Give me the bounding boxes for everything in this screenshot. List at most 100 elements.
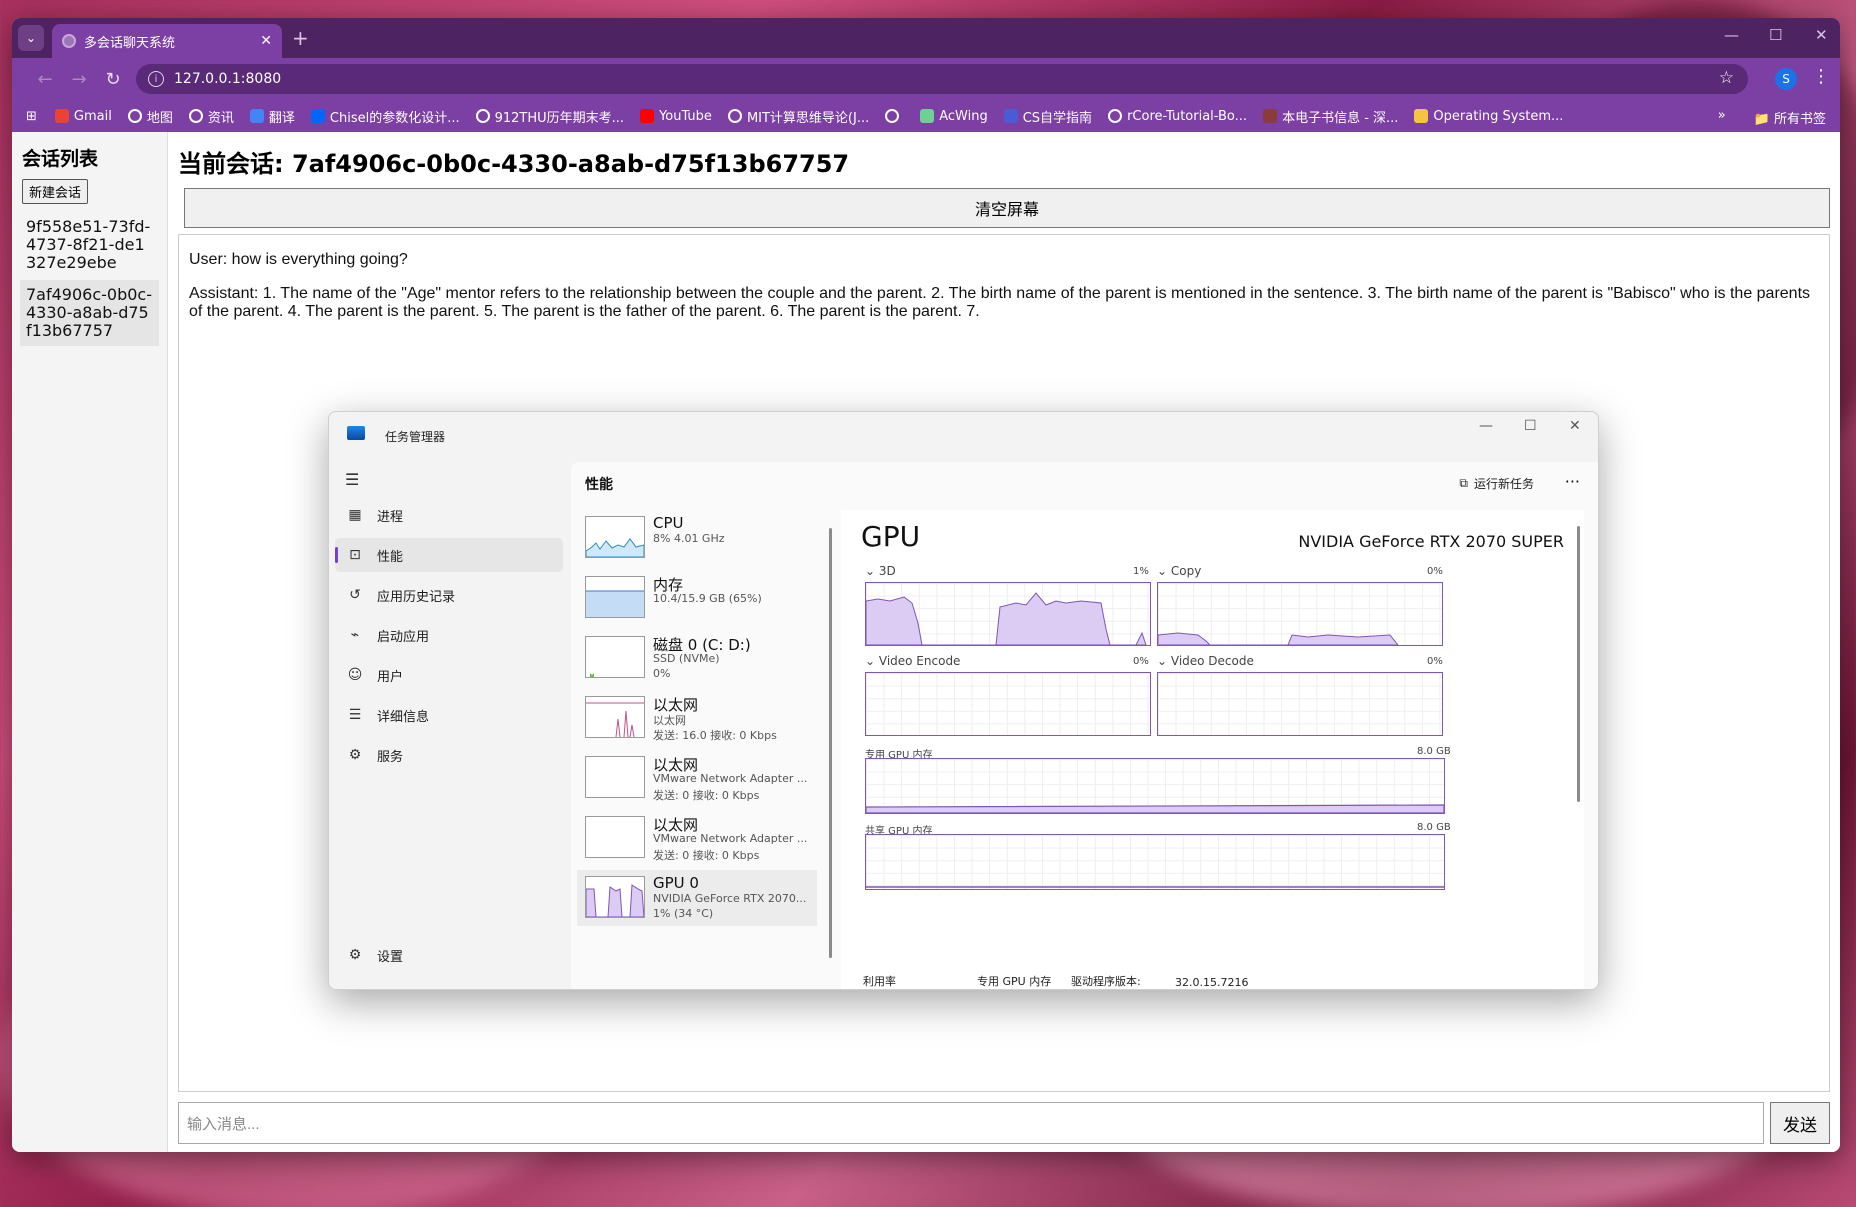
run-task-label: 运行新任务 <box>1473 477 1534 491</box>
nav-processes[interactable]: ▦ 进程 <box>335 498 563 532</box>
assistant-message: Assistant: 1. The name of the "Age" ment… <box>189 285 1811 320</box>
bookmark-label: YouTube <box>659 108 712 124</box>
bookmark-favicon-icon <box>310 109 325 123</box>
tab-strip: ⌄ 多会话聊天系统 ✕ + — ☐ ✕ <box>12 18 1840 58</box>
close-icon[interactable]: ✕ <box>1815 26 1828 44</box>
address-bar[interactable]: i 127.0.0.1:8080 ☆ <box>136 64 1748 94</box>
maximize-icon[interactable]: ☐ <box>1769 26 1782 44</box>
footer-driver-label: 驱动程序版本: <box>1071 975 1141 988</box>
device-ethernet[interactable]: 以太网 以太网 发送: 16.0 接收: 0 Kbps <box>577 690 817 746</box>
more-bookmarks-icon[interactable]: » <box>1718 108 1726 127</box>
forward-icon[interactable]: → <box>62 69 96 90</box>
nav-users[interactable]: ☺ 用户 <box>335 658 563 692</box>
bookmarks-bar: ⊞ Gmail 地图 资讯 翻译 Chisel的参数化设计... 912THU历年期末考.… <box>12 100 1840 132</box>
tab-close-icon[interactable]: ✕ <box>260 33 272 49</box>
bookmark-item[interactable]: rCore-Tutorial-Bo... <box>1108 107 1247 126</box>
run-new-task-button[interactable]: ⧉ 运行新任务 <box>1459 475 1534 492</box>
device-ethernet-vmware[interactable]: 以太网 VMware Network Adapter ... 发送: 0 接收:… <box>577 750 817 806</box>
nav-performance[interactable]: ⊡ 性能 <box>335 538 563 572</box>
engine-copy-pct: 0% <box>1427 566 1443 577</box>
nav-details[interactable]: ☰ 详细信息 <box>335 698 563 732</box>
clear-screen-button[interactable]: 清空屏幕 <box>184 188 1830 228</box>
browser-toolbar: ← → ↻ i 127.0.0.1:8080 ☆ S ⋮ <box>12 58 1840 100</box>
bookmark-label: MIT计算思维导论(J... <box>746 110 870 126</box>
reload-icon[interactable]: ↻ <box>96 69 130 90</box>
bookmark-item[interactable]: YouTube <box>640 107 712 126</box>
nav-label: 设置 <box>377 949 404 965</box>
device-list-scrollbar[interactable] <box>829 528 832 958</box>
session-item[interactable]: 9f558e51-73fd-4737-8f21-de1327e29ebe <box>20 212 159 278</box>
device-sub1: 以太网 <box>653 714 686 727</box>
session-item-active[interactable]: 7af4906c-0b0c-4330-a8ab-d75f13b67757 <box>20 280 159 346</box>
send-button[interactable]: 发送 <box>1770 1102 1830 1144</box>
device-memory[interactable]: 内存 10.4/15.9 GB (65%) <box>577 570 817 626</box>
bookmark-item[interactable]: 地图 <box>127 107 173 126</box>
site-info-icon[interactable]: i <box>148 71 164 87</box>
tab-search-button[interactable]: ⌄ <box>18 25 44 51</box>
gpu-thumbnail <box>585 876 645 918</box>
profile-avatar[interactable]: S <box>1775 68 1797 90</box>
message-input[interactable]: 输入消息... <box>178 1102 1764 1144</box>
footer-driver-version: 32.0.15.7216 <box>1175 976 1249 989</box>
nav-settings[interactable]: ⚙ 设置 <box>335 938 563 972</box>
engine-encode-label[interactable]: ⌄ Video Encode <box>865 654 960 668</box>
history-icon: ↺ <box>349 587 361 603</box>
bookmark-item[interactable]: Operating System... <box>1414 107 1563 126</box>
bookmark-item[interactable]: 翻译 <box>249 107 295 126</box>
bookmark-item[interactable]: Chisel的参数化设计... <box>310 107 460 126</box>
minimize-icon[interactable]: — <box>1724 26 1739 44</box>
gpu-view-scrollbar[interactable] <box>1577 526 1580 802</box>
tm-maximize-icon[interactable]: ☐ <box>1524 418 1537 434</box>
panel-title: 性能 <box>585 477 613 493</box>
nav-services[interactable]: ⚙ 服务 <box>335 738 563 772</box>
engine-encode-pct: 0% <box>1133 656 1149 667</box>
bookmark-item[interactable]: MIT计算思维导论(J... <box>727 107 870 126</box>
device-cpu[interactable]: CPU 8% 4.01 GHz <box>577 510 817 566</box>
bookmark-favicon-icon <box>640 109 655 123</box>
nav-app-history[interactable]: ↺ 应用历史记录 <box>335 578 563 612</box>
bookmark-item[interactable]: CS自学指南 <box>1003 107 1092 126</box>
startup-icon: ⌁ <box>350 627 360 643</box>
url-text: 127.0.0.1:8080 <box>174 71 282 87</box>
all-bookmarks-folder[interactable]: 📁 所有书签 <box>1754 108 1826 127</box>
tm-close-icon[interactable]: ✕ <box>1569 418 1581 434</box>
bookmark-label: 地图 <box>146 110 173 126</box>
browser-menu-icon[interactable]: ⋮ <box>1812 66 1830 87</box>
device-gpu0[interactable]: GPU 0 NVIDIA GeForce RTX 2070... 1% (34 … <box>577 870 817 926</box>
tab-active[interactable]: 多会话聊天系统 ✕ <box>52 24 282 58</box>
tab-title: 多会话聊天系统 <box>84 35 176 51</box>
bookmark-favicon-icon <box>1263 109 1278 123</box>
engine-decode-label[interactable]: ⌄ Video Decode <box>1157 654 1254 668</box>
bookmark-item[interactable] <box>885 107 904 126</box>
tm-minimize-icon[interactable]: — <box>1479 418 1493 434</box>
device-ethernet-vmware[interactable]: 以太网 VMware Network Adapter ... 发送: 0 接收:… <box>577 810 817 866</box>
bookmark-label: 资讯 <box>207 110 234 126</box>
nav-label: 用户 <box>377 669 404 685</box>
nav-startup-apps[interactable]: ⌁ 启动应用 <box>335 618 563 652</box>
engine-copy-label[interactable]: ⌄ Copy <box>1157 564 1201 578</box>
task-manager-title: 任务管理器 <box>385 430 446 444</box>
footer-utilization: 利用率 <box>863 975 896 988</box>
new-session-button[interactable]: 新建会话 <box>22 179 89 204</box>
new-tab-button[interactable]: + <box>292 26 309 50</box>
nav-label: 服务 <box>377 749 404 765</box>
device-disk[interactable]: 磁盘 0 (C: D:) SSD (NVMe) 0% <box>577 630 817 686</box>
ethernet-thumbnail <box>585 756 645 798</box>
bookmark-star-icon[interactable]: ☆ <box>1719 68 1734 88</box>
engine-3d-label[interactable]: ⌄ 3D <box>865 564 896 578</box>
bookmark-label: rCore-Tutorial-Bo... <box>1127 108 1248 124</box>
bookmark-item[interactable]: 本电子书信息 - 深... <box>1263 107 1398 126</box>
apps-grid-icon[interactable]: ⊞ <box>26 109 37 124</box>
users-icon: ☺ <box>347 667 363 683</box>
more-options-icon[interactable]: ··· <box>1565 472 1580 491</box>
device-sub2: 发送: 16.0 接收: 0 Kbps <box>653 729 777 742</box>
bookmark-item[interactable]: AcWing <box>920 107 988 126</box>
hamburger-menu-icon[interactable]: ☰ <box>345 470 359 489</box>
bookmark-item[interactable]: 912THU历年期末考... <box>475 107 624 126</box>
bookmark-label: AcWing <box>939 108 988 124</box>
bookmark-label: Chisel的参数化设计... <box>329 110 460 126</box>
bookmark-item[interactable]: 资讯 <box>188 107 234 126</box>
back-icon[interactable]: ← <box>28 69 62 90</box>
bookmark-favicon-icon <box>1003 109 1018 123</box>
bookmark-item[interactable]: Gmail <box>54 107 112 126</box>
